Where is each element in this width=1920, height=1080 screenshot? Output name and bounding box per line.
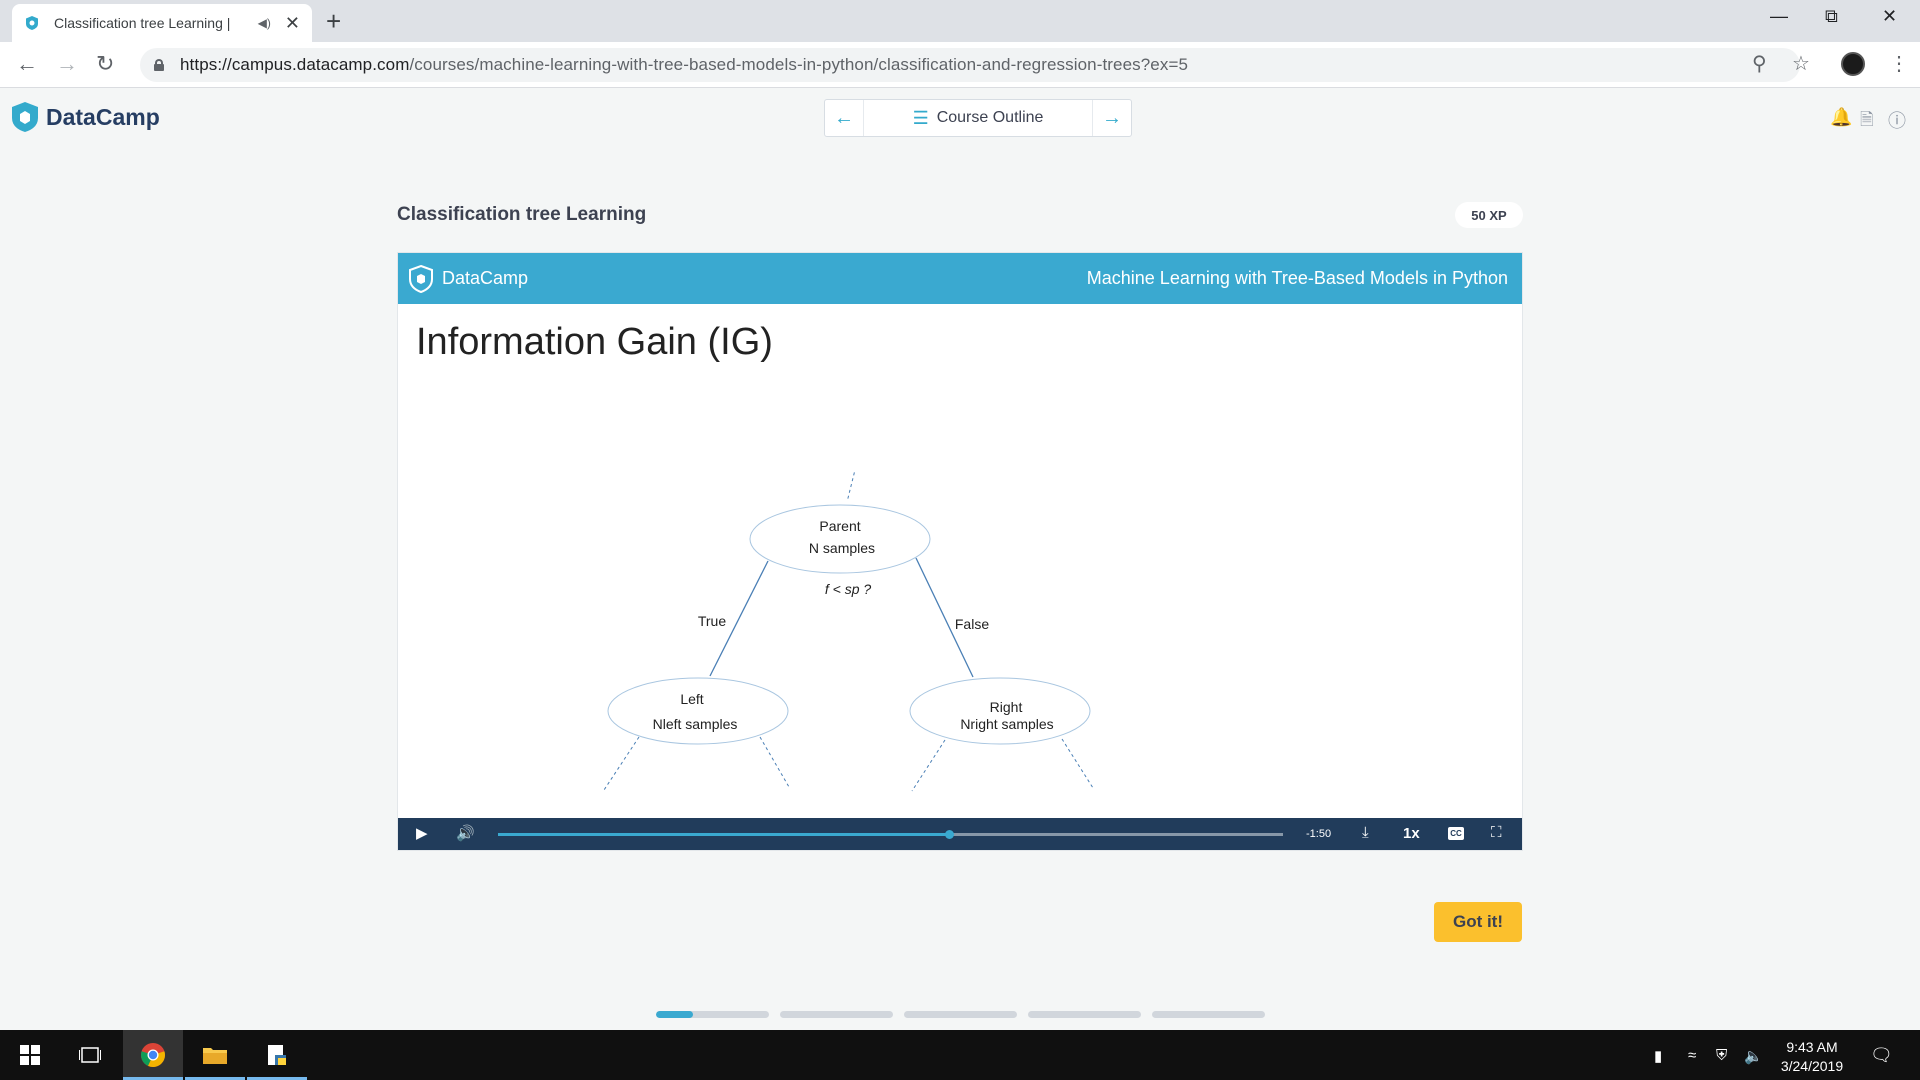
url-text: https://campus.datacamp.com/courses/mach…	[180, 55, 1188, 75]
course-outline-label: Course Outline	[936, 109, 1044, 126]
reload-icon[interactable]: ↻	[96, 51, 114, 77]
wifi-icon[interactable]: ≈	[1688, 1047, 1696, 1064]
datacamp-shield-outline-icon	[409, 264, 433, 293]
restore-window-icon[interactable]: ⧉	[1825, 6, 1838, 27]
progress-segment[interactable]	[1152, 1011, 1265, 1018]
datacamp-shield-icon	[12, 102, 38, 132]
security-shield-icon[interactable]: ⛨	[1716, 1047, 1727, 1064]
next-exercise-button[interactable]: →	[1093, 100, 1131, 136]
progress-segment[interactable]	[904, 1011, 1017, 1018]
chrome-taskbar-button[interactable]	[123, 1030, 183, 1080]
zoom-icon[interactable]: ⚲	[1752, 51, 1767, 76]
play-icon[interactable]: ▶	[416, 824, 428, 842]
exercise-title: Classification tree Learning	[397, 204, 647, 225]
parent-node-samples: N samples	[809, 540, 875, 556]
volume-icon[interactable]: 🔊	[456, 824, 475, 842]
left-node-samples: Nleft samples	[653, 716, 738, 732]
slide-brand: DataCamp	[408, 264, 529, 293]
left-node	[607, 677, 789, 745]
address-bar[interactable]: https://campus.datacamp.com/courses/mach…	[140, 48, 1800, 82]
false-label: False	[955, 616, 989, 632]
split-condition: f < sp ?	[825, 581, 872, 597]
playback-speed-button[interactable]: 1x	[1403, 825, 1420, 842]
slides-pdf-icon[interactable]: 🗎	[1860, 107, 1874, 136]
windows-taskbar: ▮ ≈ ⛨ 🔈 9:43 AM 3/24/2019 🗨	[0, 1030, 1920, 1080]
windows-logo-icon	[20, 1045, 40, 1065]
incoming-dashed-edge	[846, 472, 855, 501]
editor-taskbar-button[interactable]	[247, 1030, 307, 1080]
seek-bar-fill	[498, 833, 950, 836]
right-child-dashed-edge-2	[1061, 738, 1094, 789]
file-explorer-taskbar-button[interactable]	[185, 1030, 245, 1080]
seek-bar-handle[interactable]	[945, 830, 955, 839]
parent-node	[749, 504, 931, 574]
progress-segment[interactable]	[656, 1011, 769, 1018]
got-it-button[interactable]: Got it!	[1434, 902, 1522, 942]
captions-button[interactable]: CC	[1448, 827, 1464, 840]
forward-arrow-icon[interactable]: →	[56, 51, 78, 77]
slide-brand-name: DataCamp	[442, 268, 529, 288]
close-window-icon[interactable]: ✕	[1882, 6, 1897, 27]
brand-name: DataCamp	[46, 103, 160, 130]
audio-playing-icon[interactable]: ◀)	[258, 16, 271, 30]
url-host: https://campus.datacamp.com	[180, 55, 410, 74]
notepad-icon	[268, 1045, 286, 1065]
notification-bell-icon[interactable]: 🔔	[1830, 107, 1852, 128]
slide-course-name: Machine Learning with Tree-Based Models …	[1086, 268, 1508, 288]
course-nav: ← ☰ Course Outline →	[824, 99, 1132, 137]
start-button[interactable]	[0, 1030, 60, 1080]
speaker-icon[interactable]: 🔈	[1744, 1047, 1763, 1065]
progress-segment[interactable]	[1028, 1011, 1141, 1018]
lesson-progress	[656, 1011, 1265, 1018]
action-center-icon[interactable]: 🗨	[1870, 1045, 1893, 1066]
left-child-dashed-edge-1	[603, 736, 640, 791]
info-icon[interactable]: ⓘ	[1888, 107, 1906, 133]
menu-icon: ☰	[912, 107, 929, 128]
progress-segment-fill	[656, 1011, 694, 1018]
back-arrow-icon[interactable]: ←	[16, 51, 38, 77]
browser-tab-strip: Classification tree Learning | ◀) ✕ + — …	[0, 0, 1920, 42]
new-tab-button[interactable]: +	[326, 8, 341, 34]
time-remaining: -1:50	[1306, 828, 1332, 840]
task-view-icon	[79, 1047, 101, 1063]
progress-segment[interactable]	[780, 1011, 893, 1018]
datacamp-header: DataCamp ← ☰ Course Outline → 🔔 🗎 ⓘ	[0, 89, 1920, 145]
url-path: /courses/machine-learning-with-tree-base…	[409, 55, 1189, 74]
left-child-dashed-edge-2	[759, 736, 790, 788]
left-node-label: Left	[680, 691, 703, 707]
system-clock[interactable]: 9:43 AM 3/24/2019	[1772, 1038, 1852, 1076]
previous-exercise-button[interactable]: ←	[825, 100, 863, 136]
tab-close-icon[interactable]: ✕	[285, 13, 300, 34]
minimize-window-icon[interactable]: —	[1770, 6, 1788, 27]
battery-icon[interactable]: ▮	[1654, 1047, 1662, 1065]
seek-bar[interactable]	[498, 830, 1283, 839]
course-outline-button[interactable]: ☰ Course Outline	[863, 100, 1093, 136]
chrome-icon	[141, 1043, 165, 1067]
parent-node-label: Parent	[819, 518, 860, 534]
clock-date: 3/24/2019	[1780, 1058, 1844, 1074]
datacamp-logo[interactable]: DataCamp	[10, 101, 160, 133]
video-slide[interactable]: DataCamp Machine Learning with Tree-Base…	[397, 252, 1523, 851]
folder-icon	[203, 1048, 227, 1064]
fullscreen-icon[interactable]: ⛶	[1491, 824, 1502, 841]
video-player-controls: ▶ 🔊 -1:50 ⤓ 1x CC ⛶	[398, 818, 1522, 850]
right-node-samples: Nright samples	[960, 716, 1053, 732]
lock-icon	[154, 59, 164, 71]
task-view-button[interactable]	[60, 1030, 120, 1080]
browser-tab[interactable]: Classification tree Learning | ◀) ✕	[12, 4, 312, 42]
download-icon[interactable]: ⤓	[1362, 824, 1369, 841]
right-child-dashed-edge-1	[911, 739, 946, 792]
true-label: True	[698, 613, 726, 629]
browser-toolbar: ← → ↻ https://campus.datacamp.com/course…	[0, 42, 1920, 88]
slide-header-bar: DataCamp Machine Learning with Tree-Base…	[398, 253, 1522, 304]
tab-title: Classification tree Learning |	[54, 15, 231, 31]
datacamp-favicon-icon	[26, 16, 38, 30]
chrome-menu-icon[interactable]: ⋮	[1889, 51, 1909, 76]
clock-time: 9:43 AM	[1786, 1039, 1838, 1055]
xp-badge: 50 XP	[1455, 202, 1523, 228]
right-node-label: Right	[990, 699, 1023, 715]
bookmark-star-icon[interactable]: ☆	[1792, 51, 1810, 76]
profile-avatar[interactable]	[1841, 52, 1865, 76]
decision-tree-diagram: Parent N samples f < sp ? True False Lef…	[603, 472, 1094, 792]
